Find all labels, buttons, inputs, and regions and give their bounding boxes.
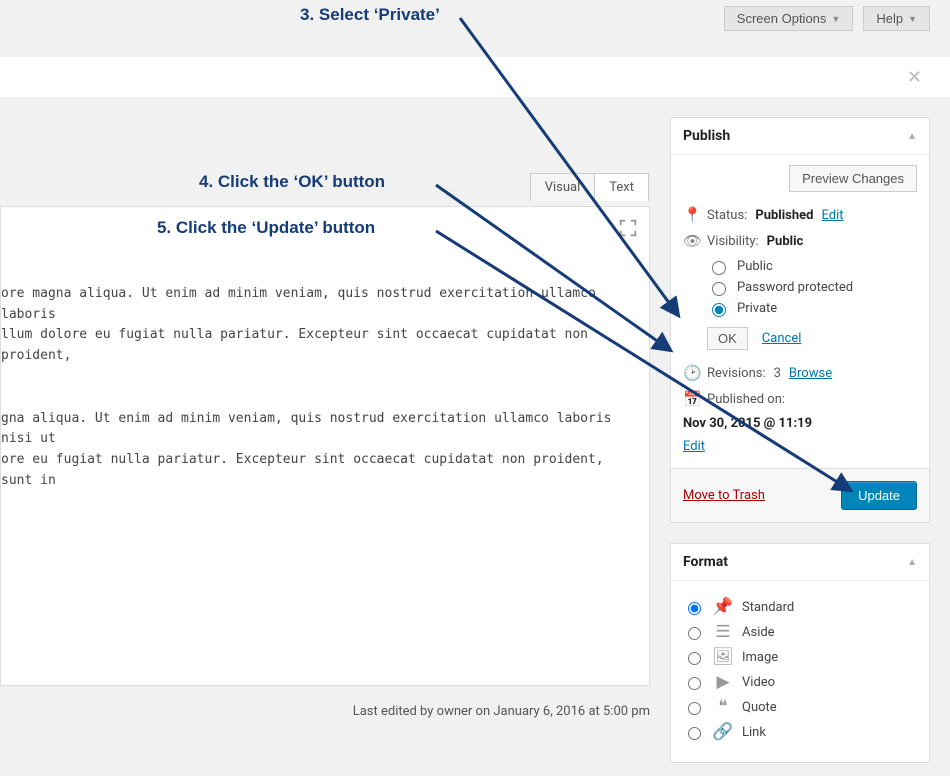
fullscreen-icon[interactable] [617, 217, 639, 239]
editor-content[interactable]: ore magna aliqua. Ut enim ad minim venia… [1, 207, 649, 512]
image-icon: 🖼 [714, 648, 732, 666]
visibility-options: Public Password protected Private [707, 258, 917, 317]
calendar-icon: 📅 [683, 390, 699, 408]
preview-changes-button[interactable]: Preview Changes [789, 165, 917, 192]
visibility-public[interactable]: Public [707, 258, 917, 275]
aside-icon: ☰ [714, 623, 732, 641]
publish-title: Publish [683, 128, 730, 144]
published-on-row: 📅 Published on: Nov 30, 2015 @ 11:19 [683, 390, 917, 431]
format-link[interactable]: 🔗 Link [683, 723, 917, 741]
update-button[interactable]: Update [841, 481, 917, 510]
format-image[interactable]: 🖼 Image [683, 648, 917, 666]
format-standard[interactable]: 📌 Standard [683, 598, 917, 616]
collapse-icon[interactable]: ▲ [907, 557, 917, 568]
format-aside[interactable]: ☰ Aside [683, 623, 917, 641]
format-video[interactable]: ▶ Video [683, 673, 917, 691]
title-bar: ✕ [0, 57, 950, 97]
eye-icon: 👁 [683, 232, 699, 250]
format-quote[interactable]: ❝ Quote [683, 698, 917, 716]
quote-icon: ❝ [714, 698, 732, 716]
format-box: Format ▲ 📌 Standard ☰ Aside [670, 543, 930, 763]
help-button[interactable]: Help [863, 6, 930, 31]
move-to-trash-link[interactable]: Move to Trash [683, 488, 765, 503]
revisions-icon: 🕑 [683, 364, 699, 382]
close-icon[interactable]: ✕ [907, 67, 922, 88]
video-icon: ▶ [714, 673, 732, 691]
cancel-link[interactable]: Cancel [762, 331, 802, 346]
ok-button[interactable]: OK [707, 327, 748, 350]
pin-icon: 📌 [714, 598, 732, 616]
tab-text[interactable]: Text [595, 174, 648, 201]
last-edited: Last edited by owner on January 6, 2016 … [0, 694, 650, 729]
pin-icon: 📍 [683, 206, 699, 224]
status-row: 📍 Status: Published Edit [683, 206, 917, 224]
publish-box: Publish ▲ Preview Changes 📍 Status: Publ… [670, 117, 930, 523]
link-icon: 🔗 [714, 723, 732, 741]
status-edit-link[interactable]: Edit [821, 208, 843, 223]
collapse-icon[interactable]: ▲ [907, 131, 917, 142]
publish-date-edit-link[interactable]: Edit [683, 439, 705, 454]
visibility-row: 👁 Visibility: Public [683, 232, 917, 250]
tab-visual[interactable]: Visual [531, 174, 596, 201]
format-title: Format [683, 554, 728, 570]
screen-options-button[interactable]: Screen Options [724, 6, 854, 31]
editor[interactable]: Visual Text ore magna aliqua. Ut enim ad… [0, 206, 650, 686]
help-label: Help [876, 11, 903, 26]
visibility-password[interactable]: Password protected [707, 279, 917, 296]
screen-options-label: Screen Options [737, 11, 827, 26]
revisions-row: 🕑 Revisions: 3 Browse [683, 364, 917, 382]
browse-revisions-link[interactable]: Browse [789, 366, 832, 381]
visibility-private[interactable]: Private [707, 300, 917, 317]
